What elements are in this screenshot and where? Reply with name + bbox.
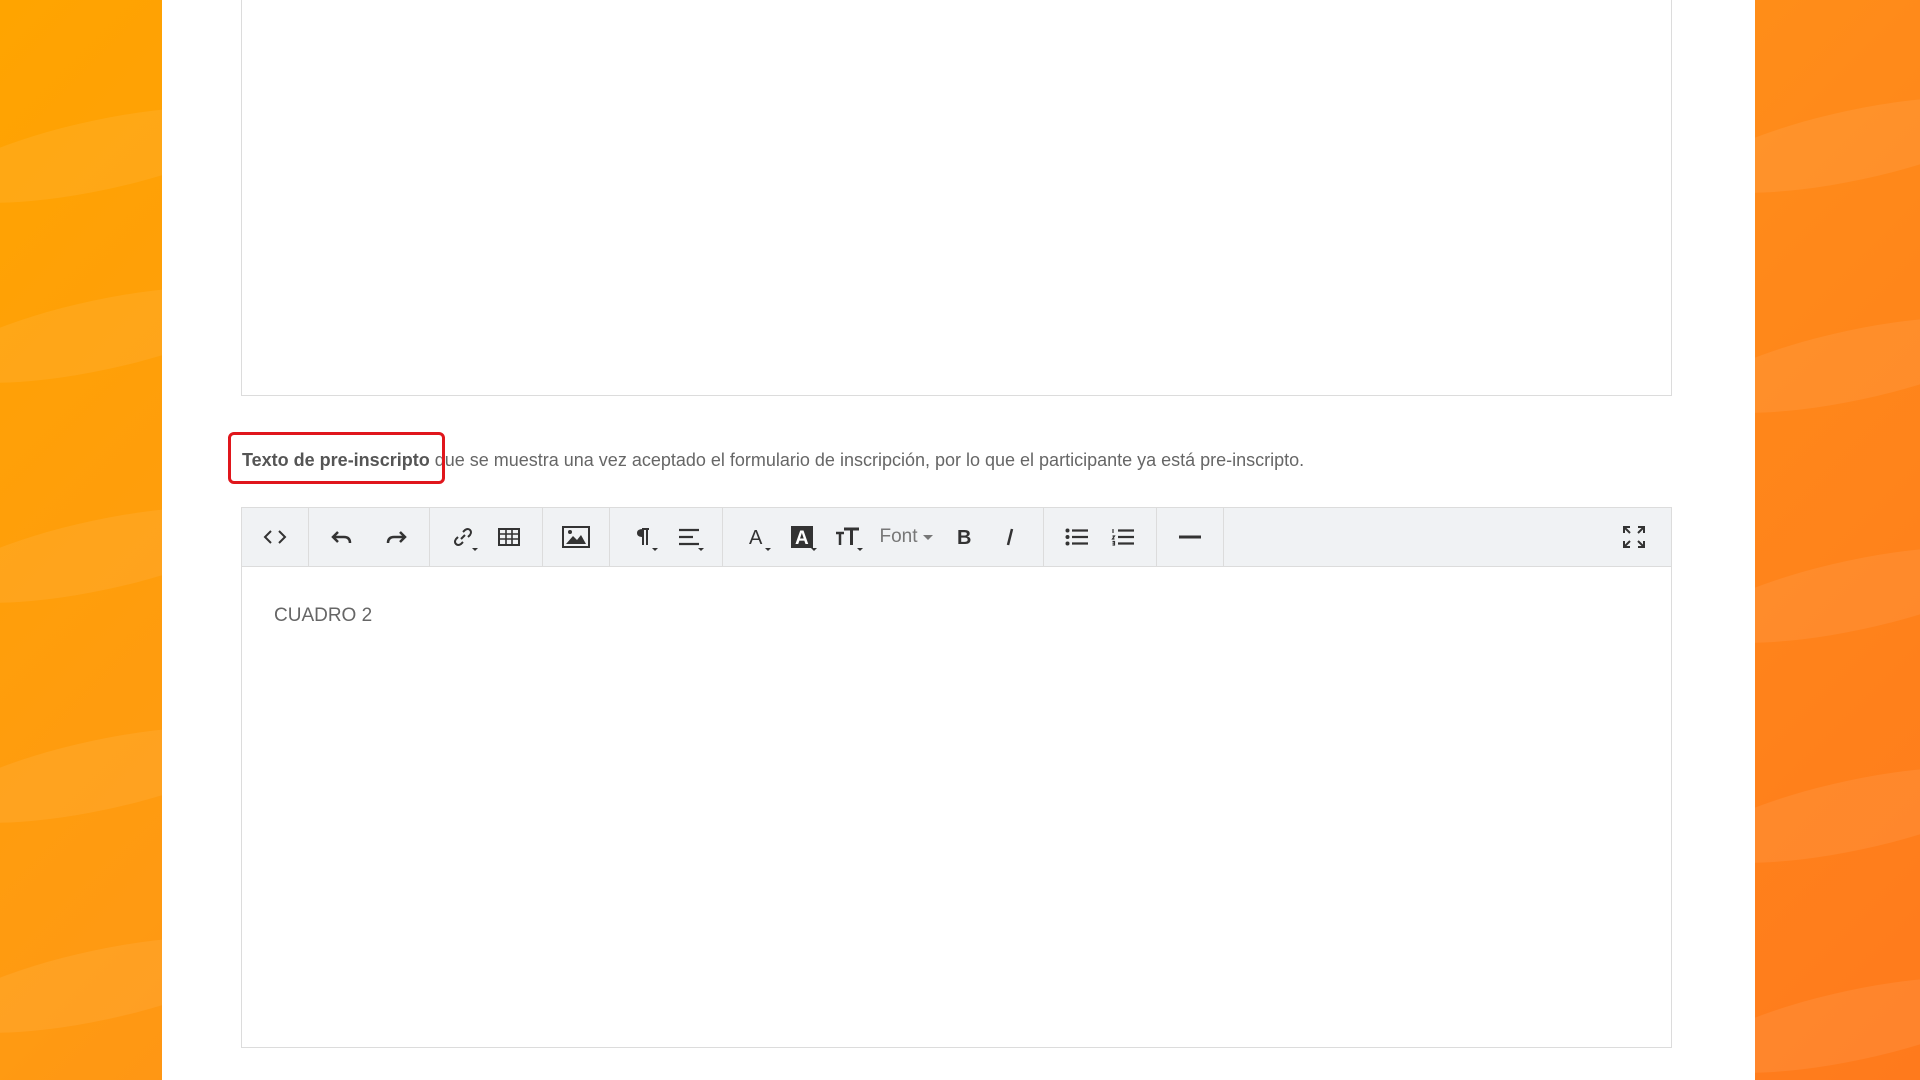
- ordered-list-button[interactable]: [1100, 517, 1146, 557]
- font-family-label: Font: [879, 526, 918, 547]
- section-description-text: que se muestra una vez aceptado el formu…: [429, 450, 1305, 470]
- toolbar-group-media: [543, 508, 610, 566]
- font-size-icon: [836, 527, 859, 545]
- bold-icon: B: [957, 527, 971, 547]
- main-content-area: Texto de pre-inscripto que se muestra un…: [162, 0, 1755, 1080]
- background-color-button[interactable]: A: [779, 517, 825, 557]
- redo-icon: [386, 531, 407, 544]
- redo-button[interactable]: [373, 517, 419, 557]
- rich-text-editor: A A Font B CUADRO 2: [241, 507, 1672, 1048]
- table-button[interactable]: [486, 517, 532, 557]
- right-background-pattern: [1755, 0, 1920, 1080]
- background-color-icon: A: [791, 526, 813, 548]
- toolbar-group-view: [242, 508, 309, 566]
- toolbar-group-paragraph: [610, 508, 723, 566]
- font-size-button[interactable]: [825, 517, 871, 557]
- toolbar-group-history: [309, 508, 430, 566]
- editor-text: CUADRO 2: [274, 605, 373, 626]
- italic-button[interactable]: [987, 517, 1033, 557]
- link-button[interactable]: [440, 517, 486, 557]
- table-icon: [498, 528, 520, 546]
- section-description: Texto de pre-inscripto que se muestra un…: [242, 449, 1672, 471]
- undo-button[interactable]: [319, 517, 365, 557]
- toolbar-group-hr: [1157, 508, 1224, 566]
- italic-icon: [1006, 528, 1014, 546]
- svg-text:B: B: [957, 527, 971, 547]
- toolbar-group-lists: [1044, 508, 1157, 566]
- left-background-pattern: [0, 0, 162, 1080]
- previous-editor-content[interactable]: [241, 0, 1672, 396]
- fullscreen-icon: [1623, 526, 1645, 548]
- align-button[interactable]: [666, 517, 712, 557]
- chevron-down-icon: [922, 534, 933, 540]
- svg-text:A: A: [795, 528, 809, 548]
- picture-icon: [562, 526, 590, 548]
- undo-icon: [331, 531, 352, 544]
- svg-text:A: A: [749, 527, 763, 547]
- toolbar-group-insert: [430, 508, 543, 566]
- horizontal-rule-button[interactable]: [1167, 517, 1213, 557]
- code-icon: [263, 530, 287, 544]
- align-left-icon: [679, 528, 699, 546]
- font-color-icon: A: [749, 527, 763, 547]
- code-view-button[interactable]: [252, 517, 298, 557]
- unordered-list-icon: [1065, 528, 1088, 546]
- ordered-list-icon: [1111, 529, 1134, 546]
- font-family-dropdown[interactable]: Font: [871, 517, 941, 557]
- paragraph-icon: [637, 528, 649, 545]
- fullscreen-button[interactable]: [1611, 517, 1657, 557]
- link-icon: [454, 528, 472, 546]
- bold-button[interactable]: B: [941, 517, 987, 557]
- highlight-annotation: [228, 432, 445, 484]
- editor-toolbar: A A Font B: [242, 508, 1671, 567]
- paragraph-style-button[interactable]: [620, 517, 666, 557]
- toolbar-group-font: A A Font B: [723, 508, 1044, 566]
- horizontal-rule-icon: [1179, 535, 1201, 539]
- unordered-list-button[interactable]: [1054, 517, 1100, 557]
- editor-content-area[interactable]: CUADRO 2: [242, 567, 1671, 665]
- picture-button[interactable]: [553, 517, 599, 557]
- font-color-button[interactable]: A: [733, 517, 779, 557]
